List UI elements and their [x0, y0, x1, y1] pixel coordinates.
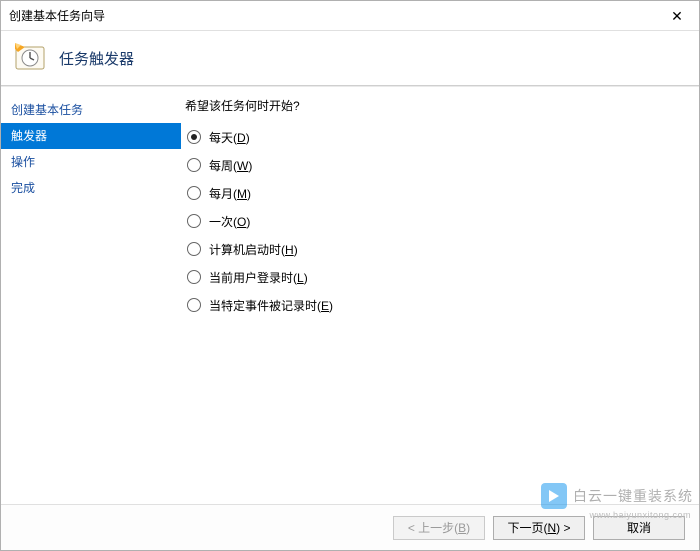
wizard-main: 希望该任务何时开始? 每天(D) 每周(W) [181, 87, 699, 504]
wizard-footer: < 上一步(B) 下一页(N) > 取消 [1, 504, 699, 550]
option-on-startup[interactable]: 计算机启动时(H) [187, 240, 683, 258]
close-icon: ✕ [671, 9, 683, 23]
cancel-button[interactable]: 取消 [593, 516, 685, 540]
close-button[interactable]: ✕ [655, 1, 699, 30]
titlebar: 创建基本任务向导 ✕ [1, 1, 699, 31]
radio-icon [187, 158, 201, 172]
option-label: 当特定事件被记录时(E) [209, 297, 333, 314]
option-monthly[interactable]: 每月(M) [187, 184, 683, 202]
option-on-logon[interactable]: 当前用户登录时(L) [187, 268, 683, 286]
radio-icon [187, 242, 201, 256]
option-label: 一次(O) [209, 213, 250, 230]
next-button[interactable]: 下一页(N) > [493, 516, 585, 540]
option-once[interactable]: 一次(O) [187, 212, 683, 230]
option-on-event[interactable]: 当特定事件被记录时(E) [187, 296, 683, 314]
trigger-options: 每天(D) 每周(W) 每月(M) [185, 128, 683, 314]
option-label: 当前用户登录时(L) [209, 269, 308, 286]
back-button[interactable]: < 上一步(B) [393, 516, 485, 540]
scheduler-icon [15, 43, 45, 73]
option-label: 计算机启动时(H) [209, 241, 298, 258]
radio-icon [187, 270, 201, 284]
option-weekly[interactable]: 每周(W) [187, 156, 683, 174]
wizard-body: 创建基本任务 触发器 操作 完成 希望该任务何时开始? 每天(D) 每周(W) [1, 87, 699, 504]
sidebar-item-trigger[interactable]: 触发器 [1, 123, 181, 149]
option-label: 每月(M) [209, 185, 251, 202]
wizard-sidebar: 创建基本任务 触发器 操作 完成 [1, 87, 181, 504]
sidebar-item-action[interactable]: 操作 [1, 149, 181, 175]
radio-icon [187, 130, 201, 144]
radio-icon [187, 214, 201, 228]
option-label: 每天(D) [209, 129, 250, 146]
wizard-window: 创建基本任务向导 ✕ 任务触发器 创建基本任务 触发器 操作 完成 [0, 0, 700, 551]
radio-icon [187, 186, 201, 200]
wizard-header: 任务触发器 [1, 31, 699, 85]
page-title: 任务触发器 [59, 48, 134, 69]
option-label: 每周(W) [209, 157, 252, 174]
option-daily[interactable]: 每天(D) [187, 128, 683, 146]
window-title: 创建基本任务向导 [9, 7, 105, 24]
radio-icon [187, 298, 201, 312]
trigger-question: 希望该任务何时开始? [185, 97, 683, 114]
sidebar-item-create-task[interactable]: 创建基本任务 [1, 97, 181, 123]
sidebar-item-finish[interactable]: 完成 [1, 175, 181, 201]
